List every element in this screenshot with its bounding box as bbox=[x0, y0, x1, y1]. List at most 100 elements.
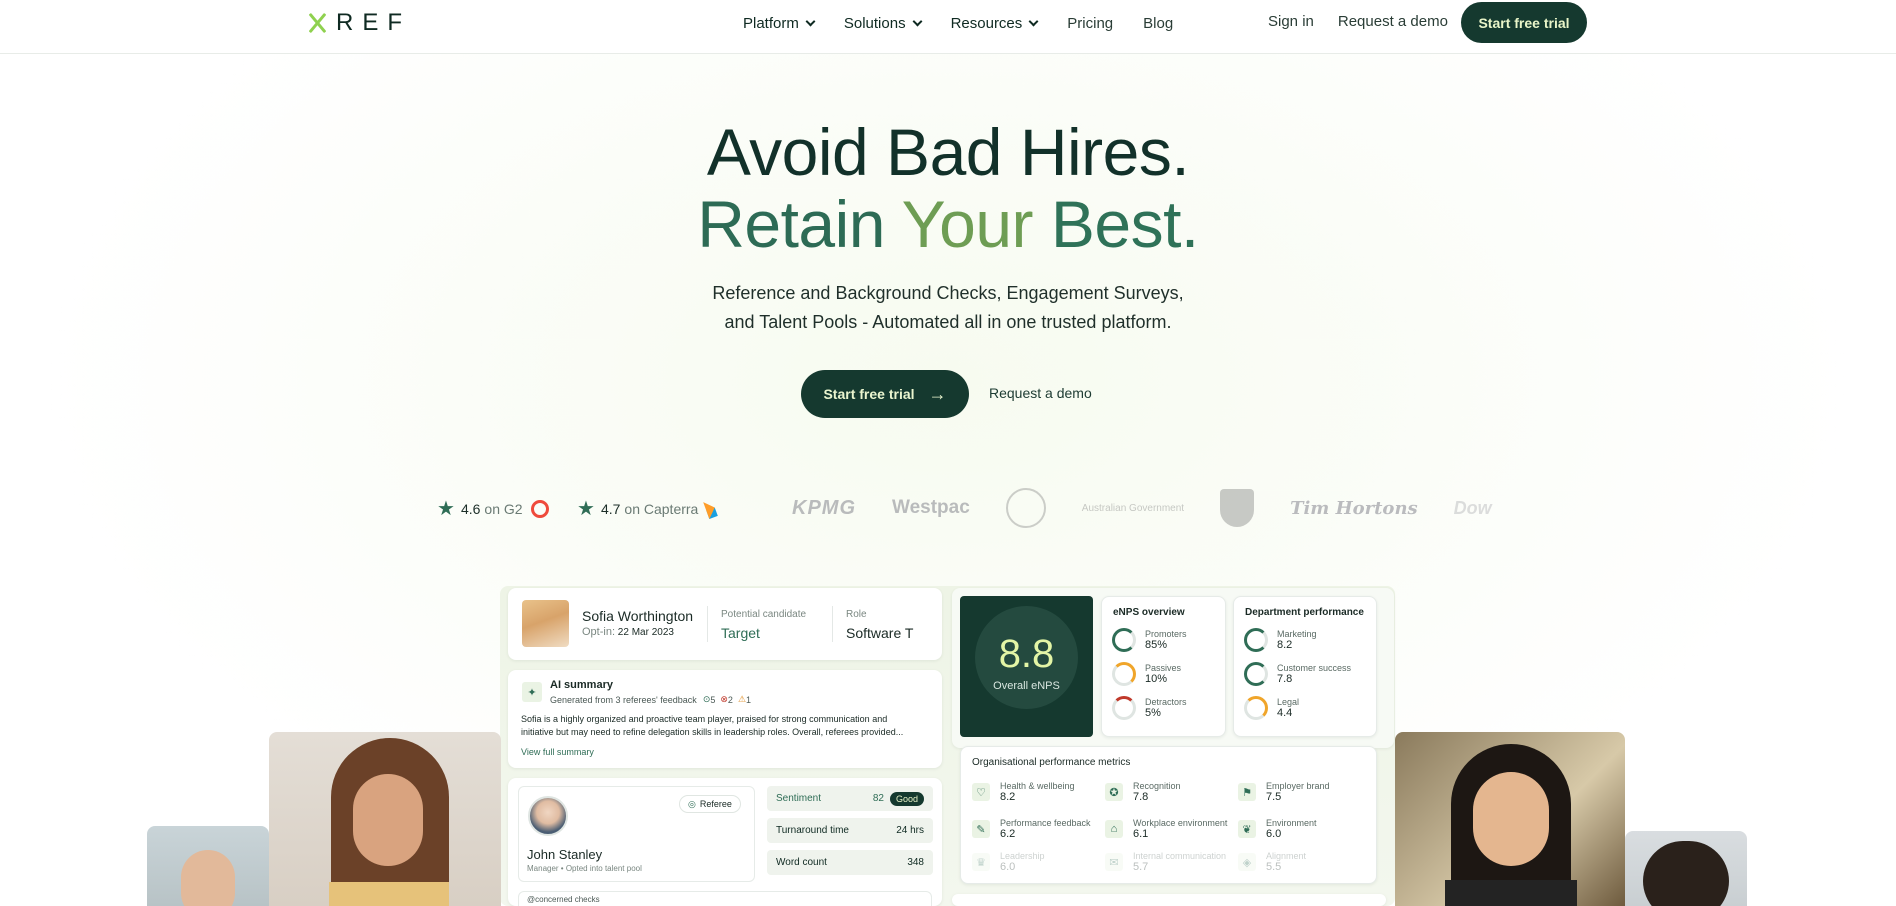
metric-icon: ✉ bbox=[1105, 853, 1123, 871]
customer-success-item: Customer success 7.8 bbox=[1244, 662, 1351, 686]
metric-label: Environment bbox=[1266, 818, 1317, 828]
button-label: Start free trial bbox=[823, 386, 915, 402]
candidate-card[interactable]: Sofia Worthington Opt-in: 22 Mar 2023 Po… bbox=[508, 588, 942, 660]
metric-label: Leadership bbox=[1000, 851, 1045, 861]
org-metric-item: ✪ Recognition 7.8 bbox=[1105, 781, 1181, 803]
metric-icon: ❦ bbox=[1238, 820, 1256, 838]
nav-item-resources[interactable]: Resources bbox=[950, 14, 1039, 32]
metric-value: 8.2 bbox=[1277, 639, 1293, 651]
metric-icon: ♛ bbox=[972, 853, 990, 871]
warning-icon: ⚠ bbox=[737, 694, 747, 704]
metric-label: Workplace environment bbox=[1133, 818, 1228, 828]
metric-icon: ♡ bbox=[972, 783, 990, 801]
face-shape bbox=[353, 774, 423, 866]
person-photo-curly-hair bbox=[1625, 831, 1747, 906]
marketing-ring bbox=[1244, 628, 1268, 652]
badge-label: Referee bbox=[699, 799, 732, 809]
metric-value: 7.5 bbox=[1266, 791, 1282, 803]
metric-label: Health & wellbeing bbox=[1000, 781, 1075, 791]
org-metrics-title: Organisational performance metrics bbox=[972, 757, 1131, 768]
potential-label: Potential candidate bbox=[721, 609, 807, 620]
metric-icon: ⚑ bbox=[1238, 783, 1256, 801]
role-value: Software T bbox=[846, 625, 914, 641]
enps-label: Overall eNPS bbox=[993, 680, 1060, 692]
metric-label: Promoters bbox=[1145, 629, 1187, 639]
sign-in-link[interactable]: Sign in bbox=[1268, 13, 1314, 30]
person-photo-woman-glasses bbox=[269, 732, 501, 906]
hero-request-demo-link[interactable]: Request a demo bbox=[989, 385, 1092, 401]
avatar bbox=[528, 796, 568, 836]
metric-value: 4.4 bbox=[1277, 707, 1293, 719]
ai-summary-text-1: Sofia is a highly organized and proactiv… bbox=[521, 714, 888, 724]
metric-label: Detractors bbox=[1145, 697, 1187, 707]
rating-label: on G2 bbox=[484, 500, 523, 517]
metric-text: Employer brand 7.5 bbox=[1266, 781, 1330, 803]
metric-label: Internal communication bbox=[1133, 851, 1227, 861]
metric-text: Workplace environment 6.1 bbox=[1133, 818, 1227, 840]
westpac-logo: Westpac bbox=[892, 497, 970, 518]
enps-score-card: 8.8 Overall eNPS bbox=[960, 596, 1093, 737]
metric-icon: ✎ bbox=[972, 820, 990, 838]
metric-label: Marketing bbox=[1277, 629, 1317, 639]
next-card-edge bbox=[952, 894, 1386, 906]
sentiment-row: Sentiment 82 Good bbox=[767, 786, 933, 811]
metric-text: Recognition 7.8 bbox=[1133, 781, 1181, 803]
request-demo-link[interactable]: Request a demo bbox=[1338, 13, 1448, 30]
capterra-rating[interactable]: ★ 4.7 on Capterra bbox=[577, 496, 719, 521]
nav-label: Resources bbox=[950, 14, 1023, 32]
capterra-logo-icon bbox=[703, 498, 719, 519]
nav-item-platform[interactable]: Platform bbox=[743, 14, 816, 32]
metric-value: 5.5 bbox=[1266, 861, 1282, 873]
stat-label: Turnaround time bbox=[776, 825, 849, 836]
ai-meta-text: Generated from 3 referees' feedback bbox=[550, 694, 697, 705]
metric-value: 6.1 bbox=[1133, 828, 1149, 840]
view-full-summary-link[interactable]: View full summary bbox=[521, 747, 594, 757]
g2-rating[interactable]: ★ 4.6 on G2 bbox=[437, 496, 549, 521]
hero-subtitle-2: and Talent Pools - Automated all in one … bbox=[724, 312, 1172, 332]
metric-icon: ✪ bbox=[1105, 783, 1123, 801]
nav-item-solutions[interactable]: Solutions bbox=[844, 15, 923, 32]
metric-value: 6.2 bbox=[1000, 828, 1016, 840]
face-shape bbox=[181, 850, 235, 906]
chevron-down-icon bbox=[1028, 16, 1039, 26]
org-metric-item: ❦ Environment 6.0 bbox=[1238, 818, 1317, 840]
enps-overview-card: eNPS overview Promoters 85% Passives 10% D… bbox=[1101, 596, 1226, 737]
salvation-army-logo bbox=[1220, 489, 1255, 527]
rating-score: 4.7 bbox=[600, 500, 621, 517]
metric-label: Recognition bbox=[1133, 781, 1181, 791]
shirt-shape bbox=[329, 882, 449, 906]
hero-word: Retain bbox=[697, 187, 902, 261]
divider bbox=[707, 606, 708, 642]
referee-bottom-strip: @concerned checks bbox=[518, 891, 932, 906]
warn-count: 1 bbox=[746, 694, 752, 705]
club-crest-logo bbox=[1005, 488, 1046, 528]
hero-start-trial-button[interactable]: Start free trial → bbox=[801, 370, 969, 418]
nav-label: Platform bbox=[743, 14, 799, 32]
metric-value: 8.2 bbox=[1000, 791, 1016, 803]
candidate-optin: Opt-in: 22 Mar 2023 bbox=[582, 626, 674, 638]
nav-item-pricing[interactable]: Pricing bbox=[1067, 15, 1113, 32]
xref-logo[interactable]: REF bbox=[306, 9, 411, 36]
hero-headline: Avoid Bad Hires. bbox=[706, 115, 1190, 189]
metric-value: 5.7 bbox=[1133, 861, 1149, 873]
rating-score: 4.6 bbox=[460, 500, 481, 517]
metric-text: Performance feedback 6.2 bbox=[1000, 818, 1091, 840]
ai-summary-meta: Generated from 3 referees' feedback ⊙ 5 ⊗… bbox=[550, 694, 751, 705]
ai-summary-title: AI summary bbox=[550, 679, 613, 691]
metric-value: 85% bbox=[1145, 639, 1168, 651]
person-photo-man bbox=[147, 826, 269, 906]
detractors-ring bbox=[1112, 696, 1136, 720]
hero-subtitle-1: Reference and Background Checks, Engagem… bbox=[712, 283, 1184, 303]
referee-icon: ◎ bbox=[688, 798, 696, 809]
logo-text: REF bbox=[336, 9, 411, 36]
org-metric-item: ⌂ Workplace environment 6.1 bbox=[1105, 818, 1227, 840]
hair-shape bbox=[1643, 841, 1729, 906]
start-trial-button[interactable]: Start free trial bbox=[1461, 2, 1587, 43]
metric-value: 6.0 bbox=[1266, 828, 1282, 840]
star-icon: ★ bbox=[437, 498, 455, 520]
ai-summary-card: ✦ AI summary Generated from 3 referees' … bbox=[508, 670, 942, 768]
legal-ring bbox=[1244, 696, 1268, 720]
nav-right: Sign in Request a demo bbox=[1268, 13, 1472, 30]
referee-card[interactable]: ◎ Referee John Stanley Manager • Opted in… bbox=[508, 778, 942, 906]
nav-item-blog[interactable]: Blog bbox=[1143, 15, 1173, 32]
